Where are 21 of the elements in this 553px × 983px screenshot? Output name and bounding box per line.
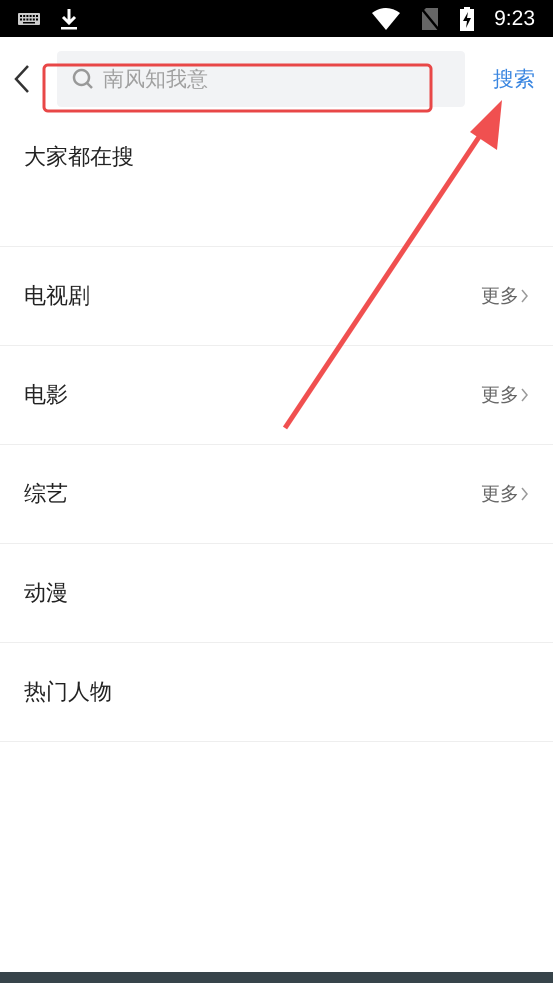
battery-icon: [460, 6, 474, 30]
search-icon: [72, 68, 94, 90]
more-link[interactable]: 更多: [481, 283, 529, 309]
chevron-right-icon: [521, 289, 529, 303]
no-sim-icon: [420, 6, 440, 30]
section-title: 动漫: [24, 580, 68, 608]
section-title: 电视剧: [24, 283, 90, 311]
more-link[interactable]: 更多: [481, 481, 529, 507]
section-title: 电影: [24, 382, 68, 410]
download-icon: [60, 8, 78, 30]
section-title: 热门人物: [24, 679, 112, 707]
more-link[interactable]: 更多: [481, 382, 529, 408]
wifi-icon: [372, 8, 400, 30]
section-title: 大家都在搜: [24, 145, 134, 170]
chevron-right-icon: [521, 388, 529, 402]
search-button[interactable]: 搜索: [493, 64, 535, 92]
chevron-right-icon: [521, 487, 529, 501]
status-time: 9:23: [494, 6, 535, 30]
search-field[interactable]: 南风知我意: [57, 50, 465, 106]
section-title: 综艺: [24, 481, 68, 509]
keyboard-icon: [18, 12, 40, 24]
